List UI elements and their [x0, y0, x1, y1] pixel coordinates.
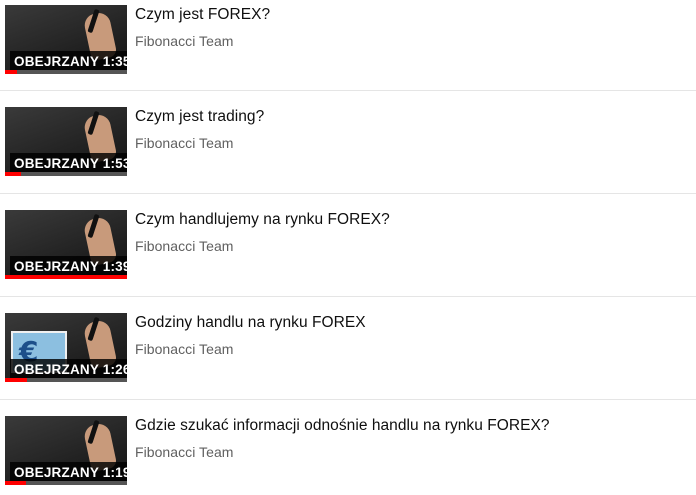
video-title[interactable]: Czym jest trading? [135, 108, 264, 126]
video-thumbnail[interactable]: OBEJRZANY 1:19 [5, 416, 127, 485]
video-thumbnail[interactable]: OBEJRZANY 1:35 [5, 5, 127, 74]
channel-name[interactable]: Fibonacci Team [135, 33, 234, 49]
duration: 1:39 [102, 259, 127, 274]
watch-progress-track [5, 378, 127, 382]
duration: 1:35 [102, 54, 127, 69]
watch-progress-fill [5, 172, 21, 176]
video-list: OBEJRZANY 1:35 Czym jest FOREX? Fibonacc… [0, 0, 696, 495]
watch-progress-track [5, 275, 127, 279]
video-thumbnail[interactable]: € OBEJRZANY 1:26 [5, 313, 127, 382]
watched-label: OBEJRZANY [14, 465, 99, 480]
video-thumbnail[interactable]: OBEJRZANY 1:53 [5, 107, 127, 176]
video-item[interactable]: OBEJRZANY 1:35 Czym jest FOREX? Fibonacc… [0, 0, 696, 91]
video-thumbnail[interactable]: OBEJRZANY 1:39 [5, 210, 127, 279]
channel-name[interactable]: Fibonacci Team [135, 238, 234, 254]
watch-progress-fill [5, 481, 26, 485]
video-item[interactable]: OBEJRZANY 1:39 Czym handlujemy na rynku … [0, 194, 696, 297]
watch-progress-track [5, 172, 127, 176]
video-title[interactable]: Czym jest FOREX? [135, 6, 270, 24]
video-title[interactable]: Gdzie szukać informacji odnośnie handlu … [135, 417, 550, 435]
watched-label: OBEJRZANY [14, 259, 99, 274]
watched-label: OBEJRZANY [14, 156, 99, 171]
watch-progress-track [5, 481, 127, 485]
watch-progress-fill [5, 378, 27, 382]
video-item[interactable]: OBEJRZANY 1:19 Gdzie szukać informacji o… [0, 400, 696, 495]
watched-label: OBEJRZANY [14, 362, 99, 377]
video-title[interactable]: Godziny handlu na rynku FOREX [135, 314, 366, 332]
duration: 1:53 [102, 156, 127, 171]
watch-progress-fill [5, 70, 18, 74]
channel-name[interactable]: Fibonacci Team [135, 444, 234, 460]
duration: 1:26 [102, 362, 127, 377]
video-item[interactable]: € OBEJRZANY 1:26 Godziny handlu na rynku… [0, 297, 696, 400]
channel-name[interactable]: Fibonacci Team [135, 135, 234, 151]
watch-progress-track [5, 70, 127, 74]
video-item[interactable]: OBEJRZANY 1:53 Czym jest trading? Fibona… [0, 91, 696, 194]
channel-name[interactable]: Fibonacci Team [135, 341, 234, 357]
video-title[interactable]: Czym handlujemy na rynku FOREX? [135, 211, 390, 229]
duration: 1:19 [102, 465, 127, 480]
watch-progress-fill [5, 275, 127, 279]
watched-label: OBEJRZANY [14, 54, 99, 69]
